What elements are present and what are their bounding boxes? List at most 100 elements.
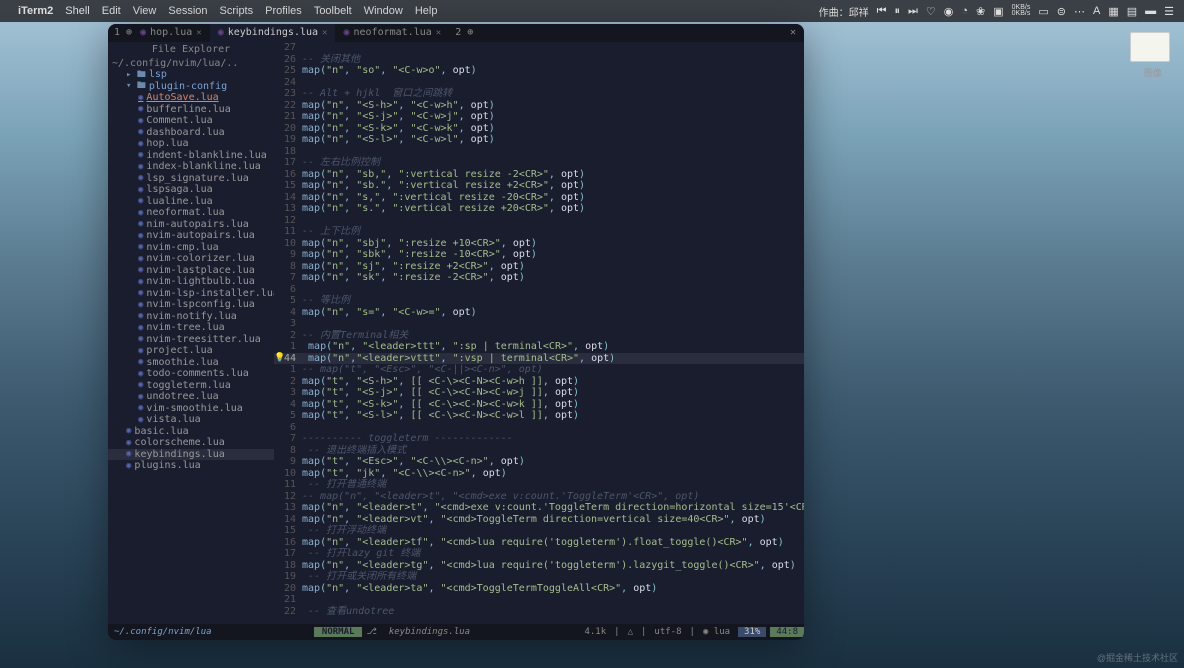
pause-icon[interactable]: ⏸ — [894, 5, 900, 18]
code-line[interactable]: 7---------- toggleterm ------------- — [274, 433, 804, 445]
wifi-icon[interactable]: ⊜ — [1057, 5, 1066, 18]
menu-shell[interactable]: Shell — [65, 5, 89, 17]
code-line[interactable]: 3 — [274, 318, 804, 330]
code-line[interactable]: 3map("t", "<S-j>", [[ <C-\><C-N><C-w>j ]… — [274, 387, 804, 399]
code-line[interactable]: 7map("n", "sk", ":resize -2<CR>", opt) — [274, 272, 804, 284]
tree-item-toggleterm-lua[interactable]: ◉toggleterm.lua — [108, 380, 274, 392]
tree-item-Comment-lua[interactable]: ◉Comment.lua — [108, 115, 274, 127]
tile-icon[interactable]: ▦ — [1108, 5, 1118, 18]
window-close-icon[interactable]: ✕ — [782, 27, 804, 39]
tree-item-lspsaga-lua[interactable]: ◉lspsaga.lua — [108, 184, 274, 196]
close-icon[interactable]: ✕ — [322, 28, 327, 38]
code-line[interactable]: 19map("n", "<S-l>", "<C-w>l", opt) — [274, 134, 804, 146]
code-line[interactable]: 12-- map("n", "<leader>t", "<cmd>exe v:c… — [274, 491, 804, 503]
code-line[interactable]: 17-- 左右比例控制 — [274, 157, 804, 169]
tab-group-1[interactable]: 1 ⊕ — [108, 27, 132, 39]
code-line[interactable]: 9map("n", "sbk", ":resize -10<CR>", opt) — [274, 249, 804, 261]
tree-item-plugin-config[interactable]: ▾ 🖿plugin-config — [108, 81, 274, 93]
code-line[interactable]: 2map("t", "<S-h>", [[ <C-\><C-N><C-w>h ]… — [274, 376, 804, 388]
tree-item-lualine-lua[interactable]: ◉lualine.lua — [108, 196, 274, 208]
tree-item-lsp_signature-lua[interactable]: ◉lsp_signature.lua — [108, 173, 274, 185]
code-line[interactable]: 2-- 内置Terminal相关 — [274, 330, 804, 342]
tree-item-nvim-tree-lua[interactable]: ◉nvim-tree.lua — [108, 322, 274, 334]
code-line[interactable]: 17 -- 打开lazy git 终端 — [274, 548, 804, 560]
system-icon[interactable]: ◉ — [944, 5, 954, 18]
tab-neoformat[interactable]: ◉ neoformat.lua ✕ — [335, 24, 449, 42]
tree-item-nim-autopairs-lua[interactable]: ◉nim-autopairs.lua — [108, 219, 274, 231]
code-line[interactable]: 4map("t", "<S-k>", [[ <C-\><C-N><C-w>k ]… — [274, 399, 804, 411]
menu-session[interactable]: Session — [168, 5, 207, 17]
tab-hop[interactable]: ◉ hop.lua ✕ — [132, 24, 210, 42]
bag-icon[interactable]: ▣ — [993, 5, 1003, 18]
tree-item-AutoSave-lua[interactable]: ◉AutoSave.lua — [108, 92, 274, 104]
tree-item-vista-lua[interactable]: ◉vista.lua — [108, 414, 274, 426]
code-line[interactable]: 22map("n", "<S-h>", "<C-w>h", opt) — [274, 100, 804, 112]
code-line[interactable]: 8 -- 退出终端插入模式 — [274, 445, 804, 457]
code-line[interactable]: 21 — [274, 594, 804, 606]
code-line[interactable]: 11 -- 打开普通终端 — [274, 479, 804, 491]
tree-item-todo-comments-lua[interactable]: ◉todo-comments.lua — [108, 368, 274, 380]
code-line[interactable]: 8map("n", "sj", ":resize +2<CR>", opt) — [274, 261, 804, 273]
network-stats[interactable]: 0KB/s0KB/s — [1012, 5, 1031, 18]
code-line[interactable]: 15 -- 打开浮动终端 — [274, 525, 804, 537]
code-line[interactable]: 1 map("n", "<leader>ttt", ":sp | termina… — [274, 341, 804, 353]
code-line[interactable]: 13map("n", "s.", ":vertical resize +20<C… — [274, 203, 804, 215]
tree-item-smoothie-lua[interactable]: ◉smoothie.lua — [108, 357, 274, 369]
tab-keybindings[interactable]: ◉ keybindings.lua ✕ — [210, 24, 336, 42]
favorite-icon[interactable]: ♡ — [926, 5, 936, 18]
tree-item-lsp[interactable]: ▸ 🖿lsp — [108, 69, 274, 81]
menu-edit[interactable]: Edit — [102, 5, 121, 17]
tree-item-colorscheme-lua[interactable]: ◉colorscheme.lua — [108, 437, 274, 449]
code-line[interactable]: 💡44 map("n","<leader>vttt", ":vsp | term… — [274, 353, 804, 365]
code-line[interactable]: 1-- map("t", "<Esc>", "<C-||><C-n>", opt… — [274, 364, 804, 376]
code-line[interactable]: 16map("n", "sb,", ":vertical resize -2<C… — [274, 169, 804, 181]
keyboard-icon[interactable]: A — [1093, 5, 1100, 17]
code-line[interactable]: 24 — [274, 77, 804, 89]
wechat-icon[interactable]: ❀ — [976, 5, 985, 18]
tree-item-hop-lua[interactable]: ◉hop.lua — [108, 138, 274, 150]
control-center-icon[interactable]: ☰ — [1164, 5, 1174, 18]
tree-item-indent-blankline-lua[interactable]: ◉indent-blankline.lua — [108, 150, 274, 162]
tree-item-bufferline-lua[interactable]: ◉bufferline.lua — [108, 104, 274, 116]
code-line[interactable]: 19 -- 打开或关闭所有终端 — [274, 571, 804, 583]
code-line[interactable]: 6 — [274, 284, 804, 296]
tree-item-nvim-notify-lua[interactable]: ◉nvim-notify.lua — [108, 311, 274, 323]
tree-item-nvim-lightbulb-lua[interactable]: ◉nvim-lightbulb.lua — [108, 276, 274, 288]
code-line[interactable]: 26-- 关闭其他 — [274, 54, 804, 66]
code-editor[interactable]: 2726-- 关闭其他25map("n", "so", "<C-w>o", op… — [274, 42, 804, 624]
code-line[interactable]: 27 — [274, 42, 804, 54]
code-line[interactable]: 23-- Alt + hjkl 窗口之间跳转 — [274, 88, 804, 100]
code-line[interactable]: 14map("n", "s,", ":vertical resize -20<C… — [274, 192, 804, 204]
tab-group-2[interactable]: 2 ⊕ — [449, 27, 473, 39]
code-line[interactable]: 14map("n", "<leader>vt", "<cmd>ToggleTer… — [274, 514, 804, 526]
dots-icon[interactable]: ⋯ — [1074, 5, 1085, 18]
code-line[interactable]: 16map("n", "<leader>tf", "<cmd>lua requi… — [274, 537, 804, 549]
code-line[interactable]: 10map("n", "sbj", ":resize +10<CR>", opt… — [274, 238, 804, 250]
tree-item-nvim-lsp-installer-lua[interactable]: ◉nvim-lsp-installer.lua — [108, 288, 274, 300]
menu-toolbelt[interactable]: Toolbelt — [314, 5, 352, 17]
code-line[interactable]: 6 — [274, 422, 804, 434]
clock-icon[interactable]: ◔ — [961, 5, 968, 17]
close-icon[interactable]: ✕ — [196, 28, 201, 38]
code-line[interactable]: 22 -- 查看undotree — [274, 606, 804, 618]
code-line[interactable]: 12 — [274, 215, 804, 227]
code-line[interactable]: 9map("t", "<Esc>", "<C-\\><C-n>", opt) — [274, 456, 804, 468]
preview-thumbnail[interactable] — [1130, 32, 1170, 62]
display-icon[interactable]: ▭ — [1038, 5, 1048, 18]
menu-help[interactable]: Help — [415, 5, 438, 17]
code-line[interactable]: 20map("n", "<S-k>", "<C-w>k", opt) — [274, 123, 804, 135]
flag-icon[interactable]: ▤ — [1127, 5, 1137, 18]
code-line[interactable]: 5-- 等比例 — [274, 295, 804, 307]
tree-item-nvim-treesitter-lua[interactable]: ◉nvim-treesitter.lua — [108, 334, 274, 346]
tree-item-nvim-colorizer-lua[interactable]: ◉nvim-colorizer.lua — [108, 253, 274, 265]
menu-scripts[interactable]: Scripts — [220, 5, 254, 17]
code-line[interactable]: 18 — [274, 146, 804, 158]
tree-item-neoformat-lua[interactable]: ◉neoformat.lua — [108, 207, 274, 219]
lightbulb-icon[interactable]: 💡 — [274, 353, 285, 363]
tree-item-nvim-lspconfig-lua[interactable]: ◉nvim-lspconfig.lua — [108, 299, 274, 311]
close-icon[interactable]: ✕ — [436, 28, 441, 38]
tree-item-keybindings-lua[interactable]: ◉keybindings.lua — [108, 449, 274, 461]
tree-item-nvim-cmp-lua[interactable]: ◉nvim-cmp.lua — [108, 242, 274, 254]
tree-item-undotree-lua[interactable]: ◉undotree.lua — [108, 391, 274, 403]
code-line[interactable]: 4map("n", "s=", "<C-w>=", opt) — [274, 307, 804, 319]
